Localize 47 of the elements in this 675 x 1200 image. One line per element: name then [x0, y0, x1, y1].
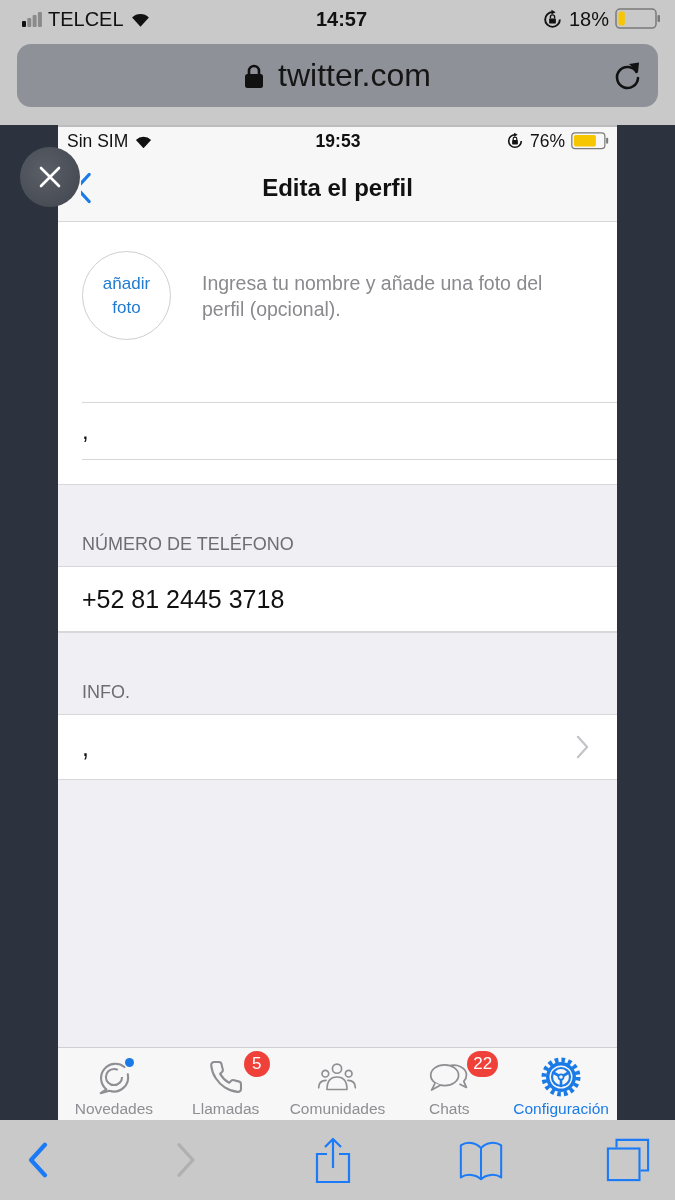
- tabs-icon: [606, 1137, 650, 1183]
- battery-percent: 18%: [568, 7, 609, 31]
- rotation-lock-icon: [505, 132, 524, 150]
- rotation-lock-icon: [541, 8, 563, 30]
- tab-bar-item[interactable]: 5 Llamadas: [169, 1048, 282, 1120]
- back-button[interactable]: [81, 172, 91, 204]
- notification-badge: 22: [467, 1051, 499, 1077]
- address-bar[interactable]: twitter.com: [17, 44, 658, 107]
- signal-icon: [22, 11, 42, 27]
- row-value: ,: [82, 732, 89, 762]
- notification-badge: 5: [243, 1051, 270, 1077]
- clock-time: 19:53: [315, 130, 361, 152]
- reload-icon: [614, 60, 642, 91]
- tab-bar-item[interactable]: Comunidades: [281, 1048, 394, 1120]
- chevron-left-icon: [81, 172, 91, 204]
- carrier-name: TELCEL: [48, 7, 124, 31]
- list-row[interactable]: ,: [58, 715, 617, 780]
- gear-icon: [541, 1057, 582, 1097]
- tab-label: Configuración: [513, 1100, 609, 1118]
- carrier-name: Sin SIM: [67, 130, 129, 152]
- close-icon: [39, 166, 61, 188]
- tab-bar-item[interactable]: Configuración: [505, 1048, 617, 1120]
- battery-percent: 76%: [529, 130, 565, 152]
- lock-icon: [244, 62, 265, 89]
- url-text: twitter.com: [278, 57, 431, 94]
- screen-title: Edita el perfil: [262, 174, 413, 202]
- share-icon: [315, 1137, 351, 1183]
- close-button[interactable]: [20, 147, 80, 207]
- chevron-right-icon: [576, 735, 589, 759]
- battery-icon: [571, 132, 609, 150]
- tabs-button[interactable]: [606, 1136, 650, 1184]
- profile-hint: Ingresa tu nombre y añade una foto del perfil (opcional).: [202, 271, 544, 322]
- add-photo-button[interactable]: añadir foto: [82, 251, 171, 340]
- tab-bar-item[interactable]: Novedades: [58, 1048, 170, 1120]
- chevron-right-icon: [175, 1142, 196, 1178]
- tab-label: Llamadas: [192, 1100, 260, 1118]
- row-value: +52 81 2445 3718: [82, 584, 285, 614]
- tab-label: Chats: [429, 1100, 470, 1118]
- wifi-icon: [129, 11, 151, 27]
- phone-icon: [207, 1059, 244, 1095]
- tab-bar-item[interactable]: 22 Chats: [393, 1048, 506, 1120]
- clock-time: 14:57: [315, 7, 368, 31]
- chevron-left-icon: [28, 1142, 48, 1178]
- battery-icon: [615, 8, 661, 30]
- tab-label: Novedades: [74, 1100, 154, 1118]
- name-input-field[interactable]: ,: [82, 402, 617, 460]
- tab-label: Comunidades: [289, 1100, 386, 1118]
